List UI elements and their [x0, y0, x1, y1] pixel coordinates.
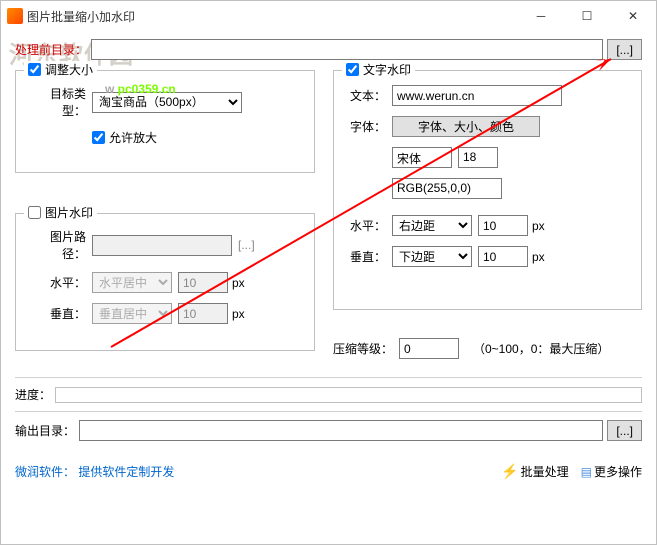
- app-icon: [7, 8, 23, 24]
- list-icon: ▤: [581, 465, 592, 479]
- resize-check-label: 调整大小: [45, 61, 93, 78]
- target-type-label: 目标类型：: [28, 85, 86, 119]
- input-dir-label: 处理前目录：: [15, 41, 87, 58]
- img-v-label: 垂直：: [28, 305, 86, 322]
- txt-h-px-field[interactable]: [478, 215, 528, 236]
- img-h-unit: px: [232, 276, 245, 290]
- divider: [15, 377, 642, 378]
- output-dir-field[interactable]: [79, 420, 603, 441]
- lightning-icon: ⚡: [501, 463, 518, 480]
- allow-enlarge-checkbox[interactable]: [92, 131, 105, 144]
- font-size-display: 18: [458, 147, 498, 168]
- input-dir-browse-button[interactable]: [...]: [607, 39, 642, 60]
- maximize-button[interactable]: ☐: [564, 1, 610, 31]
- font-label: 字体：: [346, 118, 386, 135]
- img-h-select[interactable]: 水平居中: [92, 272, 172, 293]
- image-watermark-checkbox[interactable]: [28, 206, 41, 219]
- allow-enlarge-label: 允许放大: [109, 129, 157, 146]
- text-watermark-check-label: 文字水印: [363, 61, 411, 78]
- minimize-button[interactable]: ─: [518, 1, 564, 31]
- text-field[interactable]: [392, 85, 562, 106]
- more-operations-button[interactable]: ▤ 更多操作: [581, 463, 642, 480]
- input-dir-field[interactable]: [91, 39, 603, 60]
- divider: [15, 411, 642, 412]
- footer: 微润软件： 提供软件定制开发 ⚡ 批量处理 ▤ 更多操作: [1, 457, 656, 486]
- img-h-label: 水平：: [28, 274, 86, 291]
- image-watermark-check-label: 图片水印: [45, 204, 93, 221]
- progress-label: 进度：: [15, 386, 51, 403]
- img-h-px-field[interactable]: [178, 272, 228, 293]
- font-button[interactable]: 字体、大小、颜色: [392, 116, 540, 137]
- image-path-browse-button[interactable]: [...]: [238, 238, 255, 252]
- target-type-select[interactable]: 淘宝商品（500px）: [92, 92, 242, 113]
- compress-label: 压缩等级：: [333, 340, 393, 357]
- brand-link[interactable]: 微润软件：: [15, 465, 75, 479]
- resize-checkbox[interactable]: [28, 63, 41, 76]
- close-button[interactable]: ✕: [610, 1, 656, 31]
- txt-v-unit: px: [532, 250, 545, 264]
- batch-process-button[interactable]: ⚡ 批量处理: [501, 463, 568, 480]
- compress-field[interactable]: [399, 338, 459, 359]
- img-v-px-field[interactable]: [178, 303, 228, 324]
- output-dir-label: 输出目录：: [15, 422, 75, 439]
- txt-h-label: 水平：: [346, 217, 386, 234]
- image-path-label: 图片路径：: [28, 228, 86, 262]
- image-path-field[interactable]: [92, 235, 232, 256]
- output-dir-browse-button[interactable]: [...]: [607, 420, 642, 441]
- txt-h-unit: px: [532, 219, 545, 233]
- text-watermark-checkbox[interactable]: [346, 63, 359, 76]
- font-name-display: 宋体: [392, 147, 452, 168]
- img-v-unit: px: [232, 307, 245, 321]
- text-label: 文本：: [346, 87, 386, 104]
- txt-h-select[interactable]: 右边距: [392, 215, 472, 236]
- window-title: 图片批量缩小加水印: [27, 8, 518, 25]
- img-v-select[interactable]: 垂直居中: [92, 303, 172, 324]
- text-watermark-group: 文字水印 文本： 字体： 字体、大小、颜色 宋体 18 RGB(255,0,0): [333, 70, 642, 310]
- txt-v-px-field[interactable]: [478, 246, 528, 267]
- txt-v-label: 垂直：: [346, 248, 386, 265]
- titlebar: 图片批量缩小加水印 ─ ☐ ✕: [1, 1, 656, 31]
- progress-bar: [55, 387, 642, 403]
- resize-group: 调整大小 目标类型： 淘宝商品（500px） 允许放大: [15, 70, 315, 173]
- image-watermark-group: 图片水印 图片路径： [...] 水平： 水平居中 px 垂直： 垂直居中: [15, 213, 315, 351]
- compress-hint: （0~100，0：最大压缩）: [473, 340, 609, 357]
- font-color-display: RGB(255,0,0): [392, 178, 502, 199]
- slogan-link[interactable]: 提供软件定制开发: [78, 465, 174, 479]
- txt-v-select[interactable]: 下边距: [392, 246, 472, 267]
